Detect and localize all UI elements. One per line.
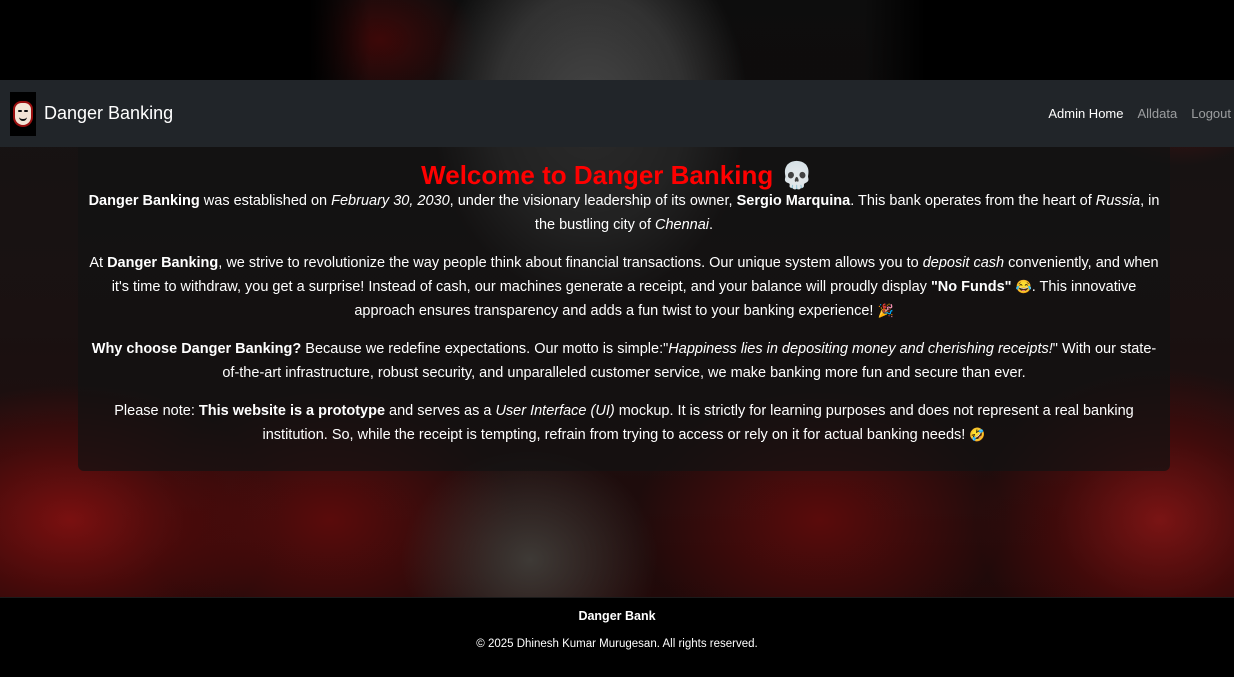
title-brand: Danger Banking (573, 160, 774, 191)
brand-name: Danger Banking (44, 103, 174, 123)
page: Danger Banking Admin Home Alldata Logout… (0, 0, 1234, 677)
nav-link-admin-home[interactable]: Admin Home (1048, 106, 1123, 121)
why-choose-heading: Why choose Danger Banking? (91, 341, 302, 357)
bank-name: Danger Banking (107, 255, 219, 271)
footer: Danger Bank © 2025 Dhinesh Kumar Muruges… (0, 597, 1234, 677)
ui-text: User Interface (UI) (495, 403, 615, 419)
page-title: Welcome to Danger Banking 💀 (0, 157, 1234, 193)
nav-link-alldata[interactable]: Alldata (1137, 106, 1177, 121)
nav-link-logout[interactable]: Logout (1191, 106, 1231, 121)
paragraph-mission: At Danger Banking, we strive to revoluti… (89, 255, 1159, 319)
motto: Happiness lies in depositing money and c… (668, 341, 1053, 357)
prototype-notice: This website is a prototype (198, 403, 386, 419)
background-top-band (0, 0, 1234, 80)
paragraph-disclaimer: Please note: This website is a prototype… (114, 403, 1134, 443)
deposit-cash-text: deposit cash (922, 255, 1005, 271)
footer-title: Danger Bank (578, 609, 656, 623)
title-prefix: Welcome to (421, 160, 574, 191)
laughing-emoji-icon: 😂 (1015, 279, 1032, 294)
footer-copyright: © 2025 Dhinesh Kumar Murugesan. All righ… (476, 638, 758, 650)
skull-icon: 💀 (780, 160, 813, 191)
owner-name: Sergio Marquina (736, 193, 851, 209)
party-popper-icon: 🎉 (877, 303, 894, 318)
country: Russia (1095, 193, 1141, 209)
paragraph-history: Danger Banking was established on Februa… (88, 193, 1160, 233)
bank-name: Danger Banking (88, 193, 200, 209)
about-text: Danger Banking was established on Februa… (84, 189, 1164, 461)
nav-links: Admin Home Alldata Logout (1048, 106, 1231, 121)
paragraph-why-choose: Why choose Danger Banking? Because we re… (91, 341, 1157, 381)
navbar: Danger Banking Admin Home Alldata Logout (0, 80, 1234, 147)
rolling-laughing-emoji-icon: 🤣 (969, 427, 986, 442)
navbar-brand[interactable]: Danger Banking (10, 91, 174, 136)
no-funds-text: "No Funds" (930, 279, 1012, 295)
money-heist-mask-icon (10, 91, 36, 136)
city: Chennai (655, 217, 710, 233)
founding-date: February 30, 2030 (331, 193, 450, 209)
